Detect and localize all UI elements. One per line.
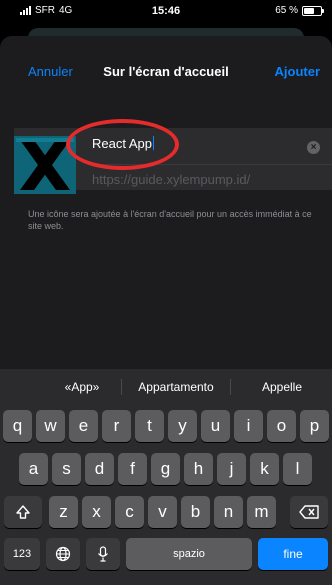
status-bar: SFR 4G 15:46 65 % — [0, 0, 332, 24]
clear-icon[interactable]: × — [307, 141, 320, 154]
key-c[interactable]: c — [115, 496, 144, 528]
delete-key[interactable] — [290, 496, 328, 528]
microphone-icon — [98, 546, 108, 562]
suggestion-bar: «App» Appartamento Appelle — [0, 375, 332, 399]
key-l[interactable]: l — [283, 453, 312, 485]
suggestion-3[interactable]: Appelle — [246, 375, 318, 399]
key-b[interactable]: b — [181, 496, 210, 528]
dictation-key[interactable] — [86, 538, 120, 570]
cancel-button[interactable]: Annuler — [28, 64, 73, 79]
return-key[interactable]: fine — [258, 538, 328, 570]
key-p[interactable]: p — [300, 410, 329, 442]
key-e[interactable]: e — [69, 410, 98, 442]
key-t[interactable]: t — [135, 410, 164, 442]
key-m[interactable]: m — [247, 496, 276, 528]
suggestion-2[interactable]: Appartamento — [126, 375, 226, 399]
key-x[interactable]: x — [82, 496, 111, 528]
url-label: https://guide.xylempump.id/ — [92, 172, 251, 187]
battery-percent: 65 % — [275, 5, 298, 16]
add-button[interactable]: Ajouter — [275, 64, 321, 79]
key-w[interactable]: w — [36, 410, 65, 442]
key-z[interactable]: z — [49, 496, 78, 528]
suggestion-1[interactable]: «App» — [52, 375, 112, 399]
globe-icon — [55, 546, 71, 562]
battery-icon — [302, 5, 324, 16]
key-i[interactable]: i — [234, 410, 263, 442]
key-y[interactable]: y — [168, 410, 197, 442]
key-g[interactable]: g — [151, 453, 180, 485]
key-h[interactable]: h — [184, 453, 213, 485]
description-text: Une icône sera ajoutée à l'écran d'accue… — [28, 209, 312, 231]
key-k[interactable]: k — [250, 453, 279, 485]
key-d[interactable]: d — [85, 453, 114, 485]
space-key[interactable]: spazio — [126, 538, 252, 570]
key-n[interactable]: n — [214, 496, 243, 528]
key-o[interactable]: o — [267, 410, 296, 442]
globe-key[interactable] — [46, 538, 80, 570]
key-f[interactable]: f — [118, 453, 147, 485]
key-v[interactable]: v — [148, 496, 177, 528]
annotation-circle — [66, 119, 179, 170]
key-q[interactable]: q — [3, 410, 32, 442]
shift-icon — [16, 505, 30, 519]
numbers-key[interactable]: 123 — [4, 538, 40, 570]
shift-key[interactable] — [4, 496, 42, 528]
key-r[interactable]: r — [102, 410, 131, 442]
key-a[interactable]: a — [19, 453, 48, 485]
backspace-icon — [299, 505, 319, 519]
key-s[interactable]: s — [52, 453, 81, 485]
key-u[interactable]: u — [201, 410, 230, 442]
key-j[interactable]: j — [217, 453, 246, 485]
